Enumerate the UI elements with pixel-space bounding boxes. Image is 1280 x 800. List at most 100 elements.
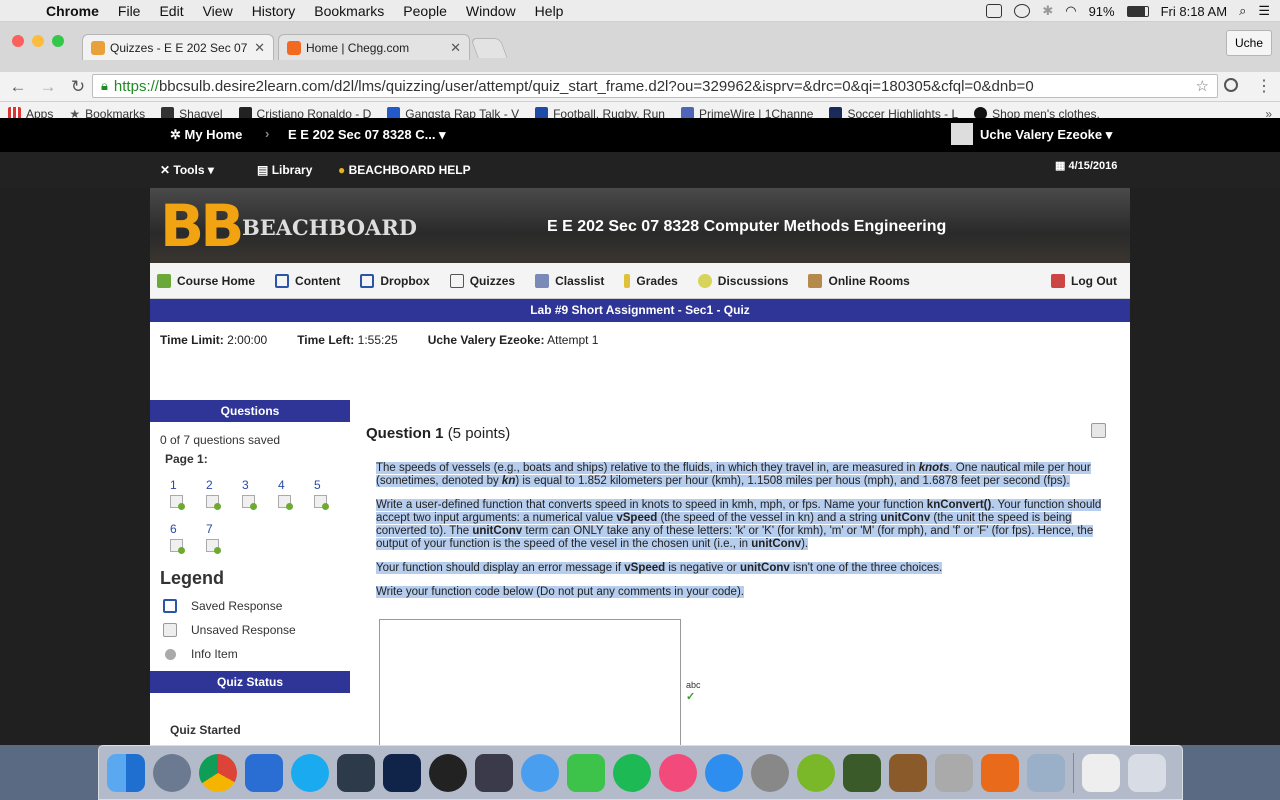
question-link-6[interactable]: 6	[170, 522, 206, 554]
chrome-menu-icon[interactable]: ⋮	[1256, 76, 1272, 96]
finder-icon[interactable]	[107, 753, 145, 792]
w-app-icon[interactable]	[797, 753, 835, 792]
photo-booth-icon[interactable]	[429, 753, 467, 792]
text: The speeds of vessels (e.g., boats and s…	[376, 462, 919, 474]
skype-icon[interactable]	[291, 753, 329, 792]
bluetooth-icon[interactable]: ✱	[1042, 3, 1053, 19]
questions-header: Questions	[150, 400, 350, 422]
archive-icon[interactable]	[889, 753, 927, 792]
question-link-3[interactable]: 3	[242, 478, 278, 510]
trash-icon[interactable]	[1128, 753, 1166, 792]
legend-unsaved: Unsaved Response	[163, 623, 350, 637]
word-icon[interactable]	[245, 753, 283, 792]
profile-button[interactable]: Uche	[1225, 30, 1272, 56]
wifi-icon[interactable]: ◠	[1065, 3, 1076, 19]
unsaved-response-icon	[163, 623, 177, 637]
question-link-7[interactable]: 7	[206, 522, 242, 554]
grid-app-icon[interactable]	[935, 753, 973, 792]
question-link-4[interactable]: 4	[278, 478, 314, 510]
nav-label: Dropbox	[380, 273, 430, 288]
terminal-icon[interactable]	[843, 753, 881, 792]
save-response-icon[interactable]	[1091, 423, 1106, 438]
my-home-label: My Home	[184, 127, 243, 142]
menu-history[interactable]: History	[252, 3, 296, 19]
question-link-5[interactable]: 5	[314, 478, 350, 510]
page-label: Page 1:	[165, 452, 208, 466]
tab-chegg[interactable]: Home | Chegg.com ✕	[278, 34, 470, 60]
screen-icon[interactable]	[986, 4, 1003, 18]
spotify-icon[interactable]	[613, 753, 651, 792]
matlab-icon[interactable]	[981, 753, 1019, 792]
avatar[interactable]	[951, 123, 973, 145]
menu-window[interactable]: Window	[466, 3, 516, 19]
question-link-1[interactable]: 1	[170, 478, 206, 510]
notification-center-icon[interactable]: ☰	[1258, 3, 1270, 19]
nav-classlist[interactable]: Classlist	[535, 273, 604, 288]
question-panel: Question 1 (5 points) The speeds of vess…	[366, 423, 1106, 745]
d2l-navbar: ✕ Tools ▾ ▤ Library ● BEACHBOARD HELP ▦ …	[0, 152, 1280, 188]
menu-bookmarks[interactable]: Bookmarks	[314, 3, 384, 19]
question-link-2[interactable]: 2	[206, 478, 242, 510]
menu-edit[interactable]: Edit	[159, 3, 183, 19]
address-bar[interactable]: 🔒︎ https:// bbcsulb.desire2learn.com/d2l…	[92, 74, 1218, 98]
facetime-icon[interactable]	[567, 753, 605, 792]
help-link[interactable]: ● BEACHBOARD HELP	[338, 163, 471, 177]
lightroom-icon[interactable]	[337, 753, 375, 792]
spellcheck-icon[interactable]: abc ✓	[686, 680, 701, 703]
system-preferences-icon[interactable]	[751, 753, 789, 792]
launchpad-icon[interactable]	[153, 753, 191, 792]
final-cut-icon[interactable]	[475, 753, 513, 792]
my-home-link[interactable]: ✲ My Home	[170, 127, 242, 143]
nav-label: Log Out	[1071, 273, 1117, 288]
preview-icon[interactable]	[1027, 753, 1065, 792]
new-tab-button[interactable]	[470, 38, 508, 58]
tab-quizzes[interactable]: Quizzes - E E 202 Sec 07 8 ✕	[82, 34, 274, 60]
logout-link[interactable]: Log Out	[1051, 273, 1117, 288]
time-limit-value: 2:00:00	[227, 333, 268, 347]
nav-content[interactable]: Content	[275, 273, 340, 288]
chrome-icon[interactable]	[199, 753, 237, 792]
library-link[interactable]: ▤ Library	[257, 163, 312, 177]
close-tab-icon[interactable]: ✕	[450, 40, 461, 56]
menu-view[interactable]: View	[203, 3, 233, 19]
nav-online-rooms[interactable]: Online Rooms	[808, 273, 910, 288]
back-icon[interactable]: ←	[6, 77, 30, 97]
zoom-window-icon[interactable]	[52, 35, 64, 47]
nav-course-home[interactable]: Course Home	[157, 273, 255, 288]
battery-icon[interactable]	[1126, 5, 1149, 17]
unsaved-icon	[278, 495, 293, 510]
answer-textarea[interactable]	[379, 619, 681, 745]
menu-file[interactable]: File	[118, 3, 141, 19]
menu-help[interactable]: Help	[535, 3, 564, 19]
minimize-window-icon[interactable]	[32, 35, 44, 47]
messages-icon[interactable]	[521, 753, 559, 792]
nav-quizzes[interactable]: Quizzes	[449, 273, 515, 288]
clock[interactable]: Fri 8:18 AM	[1161, 4, 1227, 19]
attempt-info: Uche Valery Ezeoke: Attempt 1	[428, 333, 599, 347]
nav-discussions[interactable]: Discussions	[697, 273, 788, 288]
extension-icon[interactable]	[1224, 78, 1238, 92]
documents-stack-icon[interactable]	[1082, 753, 1120, 792]
close-tab-icon[interactable]: ✕	[254, 40, 265, 56]
tools-icon: ✕	[160, 163, 171, 177]
course-selector[interactable]: E E 202 Sec 07 8328 C... ▾	[288, 127, 446, 143]
spotlight-icon[interactable]: ⌕	[1239, 3, 1246, 19]
nav-dropbox[interactable]: Dropbox	[360, 273, 430, 288]
photoshop-icon[interactable]	[383, 753, 421, 792]
tools-menu[interactable]: ✕ Tools ▾	[160, 163, 214, 177]
menu-people[interactable]: People	[403, 3, 447, 19]
user-menu[interactable]: Uche Valery Ezeoke ▾	[980, 127, 1112, 143]
nav-label: Online Rooms	[828, 273, 910, 288]
timemachine-icon[interactable]	[1014, 4, 1031, 18]
app-store-icon[interactable]	[705, 753, 743, 792]
grades-icon	[624, 273, 631, 288]
nav-grades[interactable]: Grades	[624, 273, 678, 288]
itunes-icon[interactable]	[659, 753, 697, 792]
close-window-icon[interactable]	[12, 35, 24, 47]
reload-icon[interactable]: ↻	[66, 77, 90, 97]
quiz-title-bar: Lab #9 Short Assignment - Sec1 - Quiz	[150, 299, 1130, 322]
quiz-sidebar: Questions 0 of 7 questions saved Page 1:…	[150, 400, 350, 737]
forward-icon[interactable]: →	[36, 77, 60, 97]
menu-app[interactable]: Chrome	[46, 3, 99, 19]
bookmark-star-icon[interactable]: ☆	[1196, 77, 1209, 95]
